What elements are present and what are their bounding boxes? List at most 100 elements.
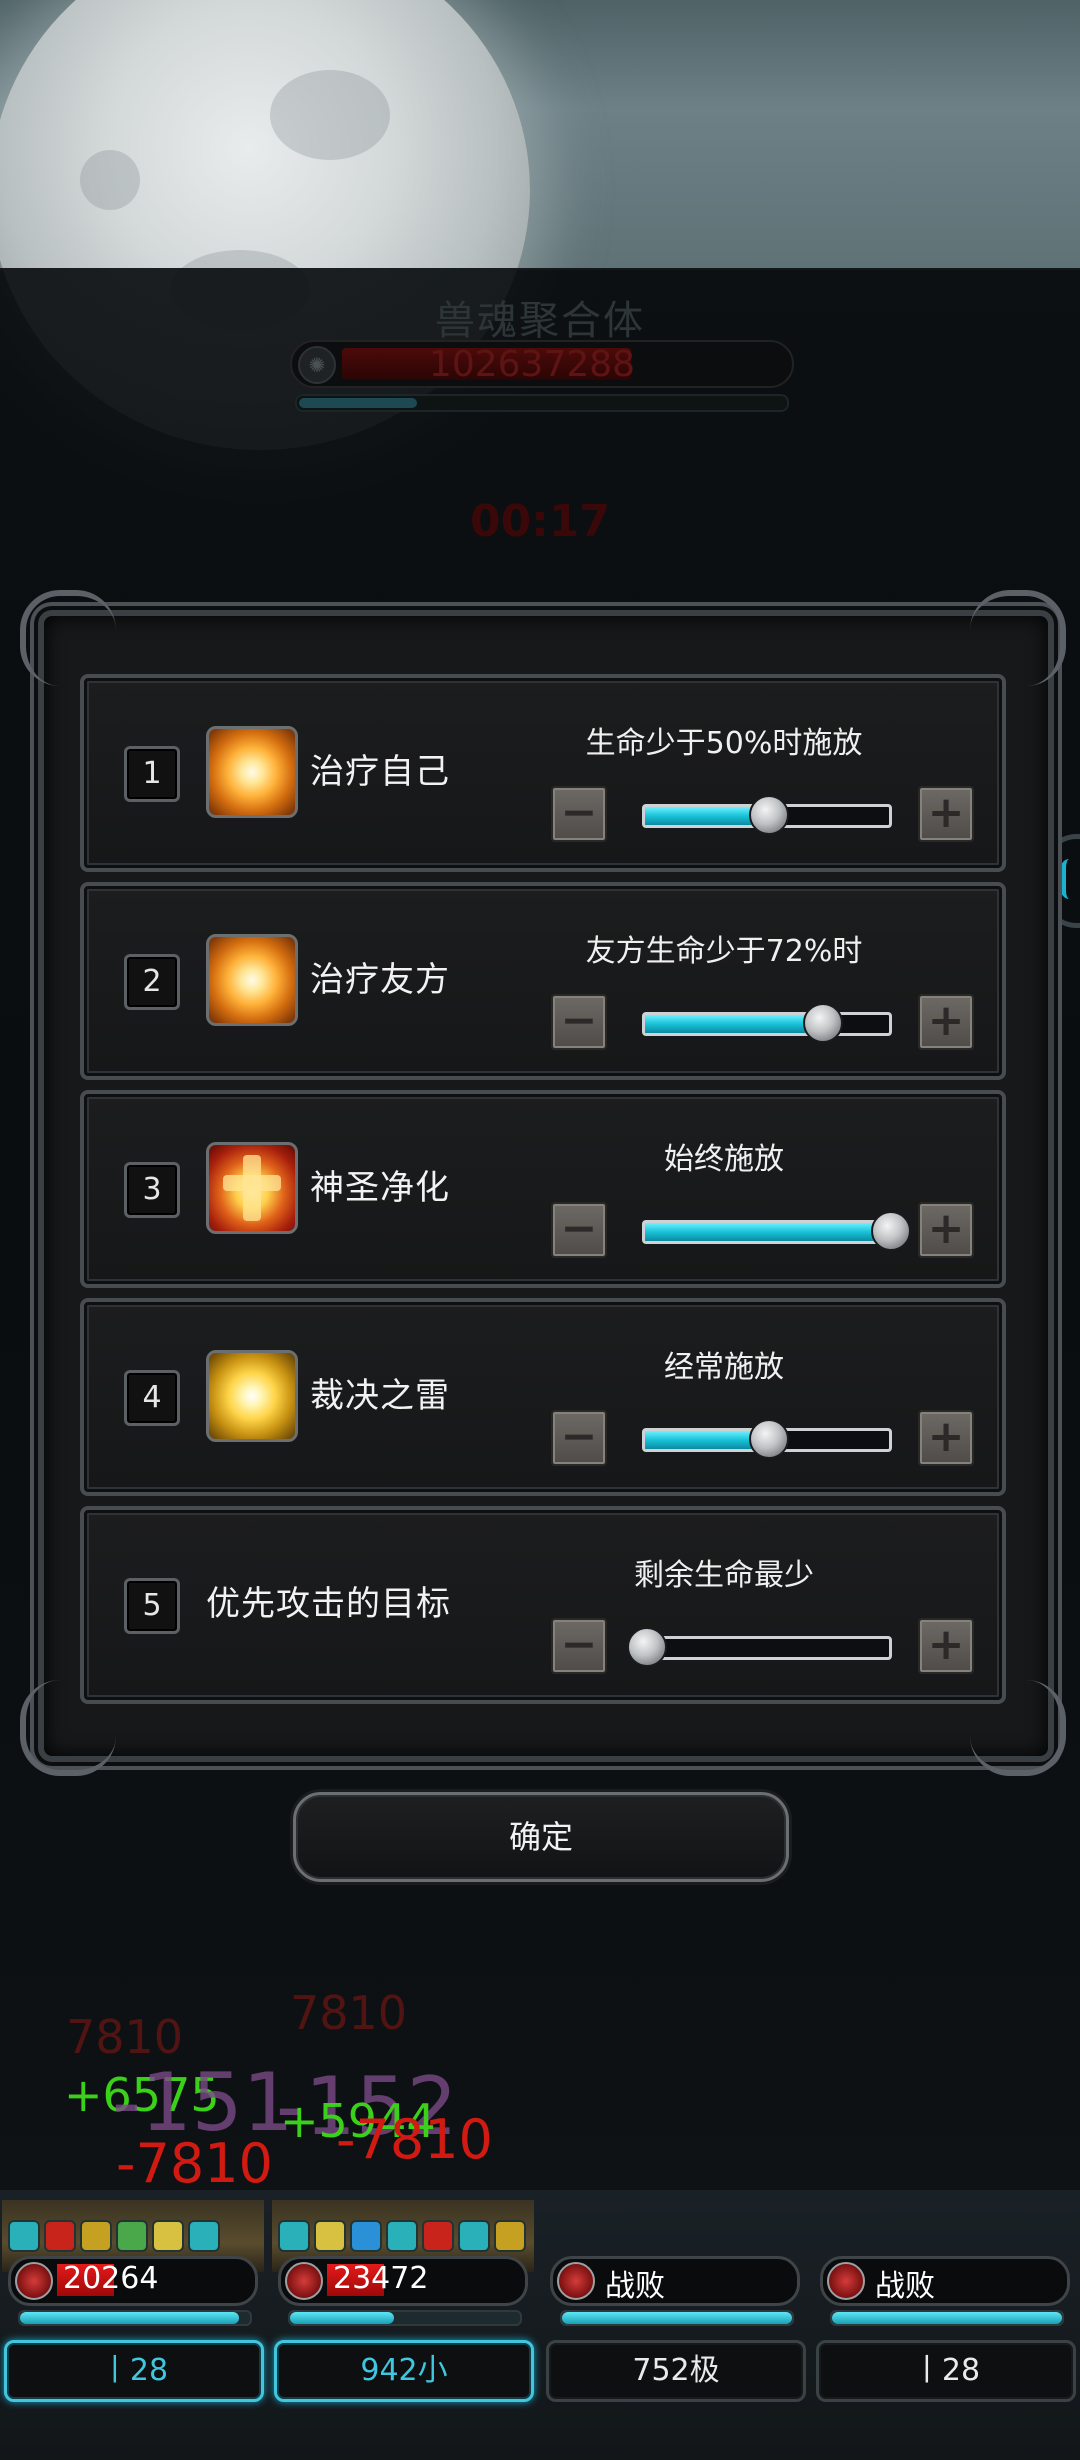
hero-mana-fill (562, 2312, 792, 2324)
skull-icon: ✺ (298, 346, 336, 384)
hero-mana-bar (288, 2310, 522, 2326)
sword-icon (285, 2262, 323, 2300)
sword-icon (557, 2262, 595, 2300)
slider-fill (645, 1223, 889, 1241)
threshold-slider[interactable] (642, 795, 892, 835)
skill-row-1: 1 治疗自己 生命少于50%时施放 − + (80, 674, 1006, 872)
party-member-card[interactable]: 战败 752极 (544, 2200, 806, 2450)
party-member-card[interactable]: 20264 丨28 (2, 2200, 264, 2450)
heal-icon (206, 726, 298, 818)
boss-hp-value: 102637288 (428, 344, 636, 385)
damage-number: -7810 (116, 2132, 273, 2195)
hero-hp-value: 23472 (333, 2261, 429, 2296)
buff-icon (44, 2220, 76, 2252)
boss-name: 兽魂聚合体 (435, 298, 645, 344)
threshold-slider[interactable] (642, 1003, 892, 1043)
hero-hp-value: 20264 (63, 2261, 159, 2296)
hero-hp-bar: 战败 (820, 2256, 1070, 2306)
minus-icon: − (560, 1619, 598, 1670)
skill-name: 优先攻击的目标 (206, 1584, 451, 1624)
heal-icon (206, 934, 298, 1026)
slider-knob[interactable] (871, 1211, 911, 1251)
party-member-card[interactable]: 23472 942小 (272, 2200, 534, 2450)
buff-icon (494, 2220, 526, 2252)
minus-icon: − (560, 787, 598, 838)
hero-hp-bar: 20264 (8, 2256, 258, 2306)
plus-icon: + (927, 1619, 965, 1670)
skill-number: 2 (124, 954, 180, 1010)
increase-button[interactable]: + (918, 1618, 974, 1674)
slider-knob[interactable] (749, 1419, 789, 1459)
plus-icon: + (927, 995, 965, 1046)
damage-number: 7810 (290, 1986, 408, 2040)
skill-row-3: 3 神圣净化 始终施放 − + (80, 1090, 1006, 1288)
hero-name: 942小 (274, 2340, 534, 2402)
plus-icon: + (927, 1203, 965, 1254)
damage-number: -7810 (336, 2108, 493, 2171)
decrease-button[interactable]: − (551, 1410, 607, 1466)
hero-status: 战败 (875, 2269, 935, 2304)
buff-icon (314, 2220, 346, 2252)
increase-button[interactable]: + (918, 994, 974, 1050)
slider-knob[interactable] (627, 1627, 667, 1667)
skill-condition: 剩余生命最少 (634, 1558, 814, 1593)
skill-condition: 始终施放 (664, 1142, 784, 1177)
target-priority-slider[interactable] (627, 1627, 892, 1667)
plus-icon: + (927, 1411, 965, 1462)
boss-secondary-bar (295, 394, 789, 412)
buff-icon (80, 2220, 112, 2252)
buff-icon (458, 2220, 490, 2252)
slider-knob[interactable] (749, 795, 789, 835)
buff-icon (116, 2220, 148, 2252)
skill-name: 治疗自己 (310, 752, 450, 792)
sword-icon (827, 2262, 865, 2300)
skill-row-2: 2 治疗友方 友方生命少于72%时 − + (80, 882, 1006, 1080)
hero-hp-bar: 23472 (278, 2256, 528, 2306)
panel-corner-ornament (20, 590, 116, 686)
skill-number: 1 (124, 746, 180, 802)
slider-fill (645, 1015, 821, 1033)
boss-hp-bar: ✺ 102637288 (290, 340, 794, 388)
increase-button[interactable]: + (918, 1202, 974, 1258)
increase-button[interactable]: + (918, 1410, 974, 1466)
skill-name: 裁决之雷 (310, 1376, 450, 1416)
confirm-button[interactable]: 确定 (293, 1792, 789, 1882)
hero-mana-bar (830, 2310, 1064, 2326)
hero-name: 丨28 (4, 2340, 264, 2402)
hero-mana-fill (290, 2312, 394, 2324)
hero-hp-bar: 战败 (550, 2256, 800, 2306)
skill-row-4: 4 裁决之雷 经常施放 − + (80, 1298, 1006, 1496)
boss-secondary-fill (299, 398, 417, 408)
decrease-button[interactable]: − (551, 1618, 607, 1674)
skill-condition: 友方生命少于72%时 (585, 934, 863, 969)
slider-knob[interactable] (802, 1003, 843, 1043)
hero-mana-fill (832, 2312, 1062, 2324)
hero-name: 丨28 (816, 2340, 1076, 2402)
buff-icon (152, 2220, 184, 2252)
battle-timer: 00:17 (469, 496, 611, 547)
hero-name: 752极 (546, 2340, 806, 2402)
buff-icon (350, 2220, 382, 2252)
skill-condition: 生命少于50%时施放 (585, 726, 863, 761)
purify-icon (206, 1142, 298, 1234)
panel-corner-ornament (970, 590, 1066, 686)
minus-icon: − (560, 1203, 598, 1254)
frequency-slider[interactable] (642, 1211, 911, 1251)
hero-mana-bar (18, 2310, 252, 2326)
skill-row-5: 5 优先攻击的目标 剩余生命最少 − + (80, 1506, 1006, 1704)
buff-icons (278, 2220, 530, 2254)
decrease-button[interactable]: − (551, 1202, 607, 1258)
party-member-card[interactable]: 战败 丨28 (814, 2200, 1076, 2450)
increase-button[interactable]: + (918, 786, 974, 842)
buff-icons (8, 2220, 224, 2254)
decrease-button[interactable]: − (551, 994, 607, 1050)
decrease-button[interactable]: − (551, 786, 607, 842)
skill-condition: 经常施放 (664, 1350, 784, 1385)
skill-name: 治疗友方 (310, 960, 450, 1000)
skill-number: 4 (124, 1370, 180, 1426)
minus-icon: − (560, 1411, 598, 1462)
skill-number: 5 (124, 1578, 180, 1634)
hero-mana-bar (560, 2310, 794, 2326)
frequency-slider[interactable] (642, 1419, 892, 1459)
minus-icon: − (560, 995, 598, 1046)
